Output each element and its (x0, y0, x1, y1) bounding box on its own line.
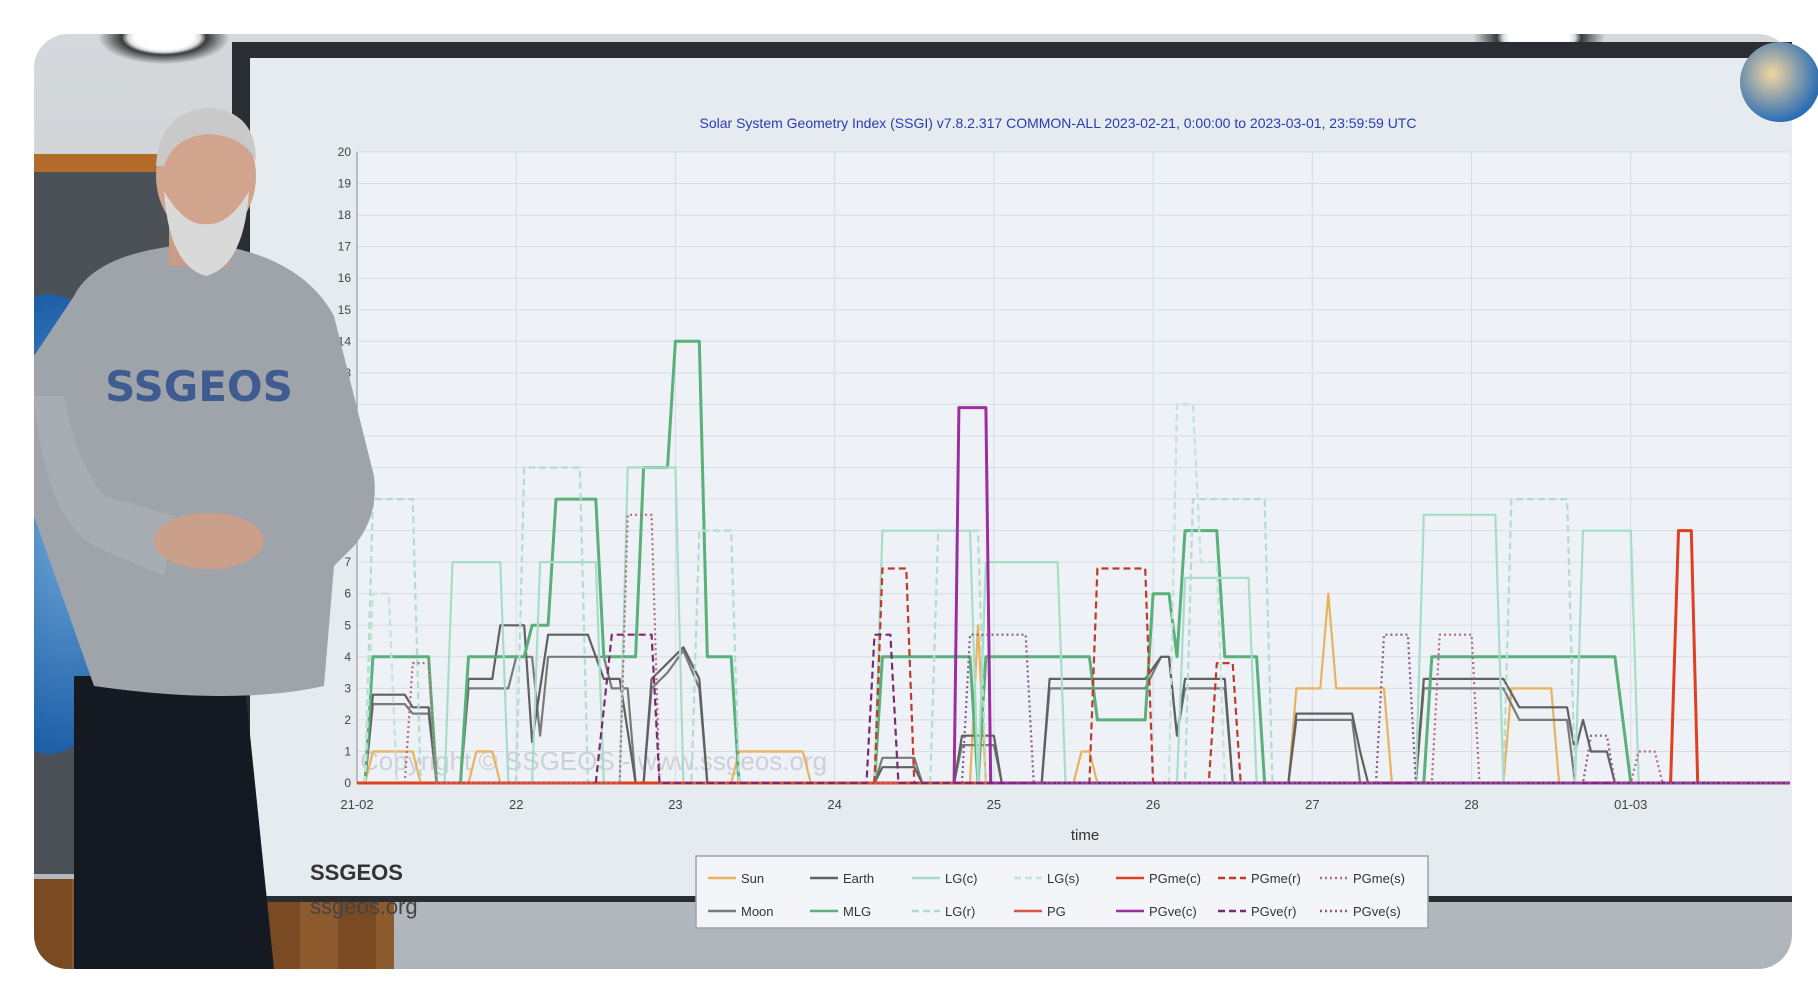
x-tick-label: 23 (668, 797, 682, 812)
shirt-logo-text: SSGEOS (105, 362, 293, 411)
legend-label: PGme(c) (1149, 871, 1201, 886)
x-tick-label: 27 (1305, 797, 1319, 812)
legend-label: LG(r) (945, 904, 975, 919)
legend-label: MLG (843, 904, 871, 919)
legend-label: PGve(s) (1353, 904, 1401, 919)
x-tick-label: 25 (987, 797, 1001, 812)
legend-label: Moon (741, 904, 774, 919)
chart-legend: Sun Earth LG(c) LG(s) PGme(c) PGme(r) PGme(s) M… (695, 855, 1429, 929)
x-axis-label: time (1071, 827, 1099, 844)
presenter-figure: SSGEOS (34, 108, 375, 969)
legend-label: LG(c) (945, 871, 978, 886)
legend-label: Earth (843, 871, 874, 886)
legend-label: PG (1047, 904, 1066, 919)
legend-label: PGme(r) (1251, 871, 1301, 886)
legend-label: PGve(c) (1149, 904, 1197, 919)
x-tick-label: 22 (509, 797, 523, 812)
legend-label: LG(s) (1047, 871, 1080, 886)
ssgeos-logo (1740, 42, 1818, 122)
x-tick-label: 01-03 (1614, 797, 1647, 812)
chart-title: Solar System Geometry Index (SSGI) v7.8.… (700, 115, 1417, 131)
x-tick-label: 28 (1464, 797, 1478, 812)
legend-label: PGve(r) (1251, 904, 1297, 919)
presenter-hands (154, 513, 264, 569)
x-tick-label: 26 (1146, 797, 1160, 812)
x-tick-label: 24 (827, 797, 841, 812)
presenter-legs (74, 676, 274, 969)
legend-label: Sun (741, 871, 764, 886)
legend-label: PGme(s) (1353, 871, 1405, 886)
